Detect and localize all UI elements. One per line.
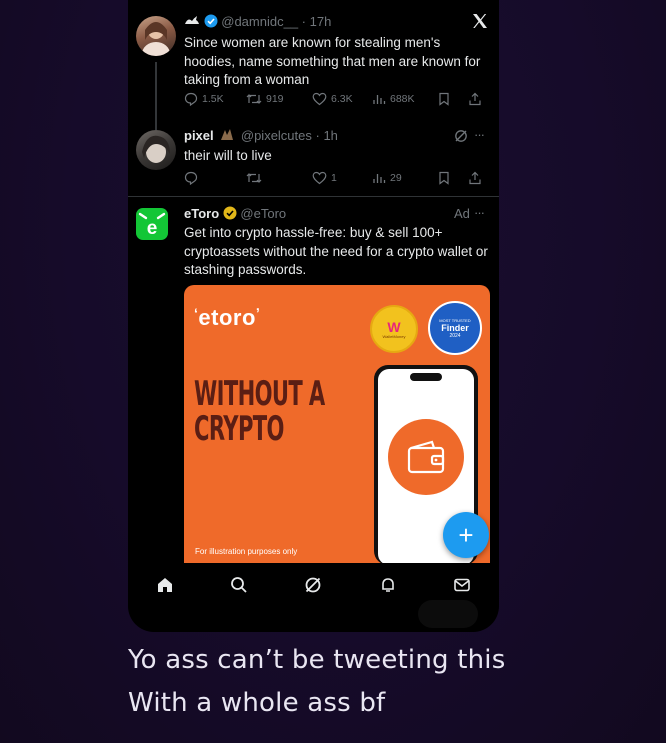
wallet-icon (388, 419, 464, 495)
reply-button[interactable]: 1.5K (184, 92, 246, 106)
tweet2-name[interactable]: pixel (184, 128, 214, 143)
repost-button[interactable] (246, 171, 312, 185)
notifications-icon[interactable] (373, 570, 403, 600)
share-button[interactable] (468, 92, 482, 106)
views-count: 688K (390, 93, 415, 105)
tweet1-header: @damnidc__ · 17h (184, 14, 331, 31)
verified-gold-icon (223, 206, 237, 223)
tweet2-time: · 1h (315, 128, 338, 143)
share-icon (469, 171, 481, 185)
repost-icon (246, 94, 262, 104)
share-icon (469, 92, 481, 106)
avatar[interactable] (136, 130, 176, 170)
bookmark-icon (439, 171, 449, 185)
ad-badge: Ad (454, 206, 470, 221)
x-logo-icon[interactable] (472, 13, 488, 34)
more-icon[interactable]: ··· (474, 205, 485, 220)
ad-headline-line2: CRYPTO (194, 409, 284, 449)
bookmark-button[interactable] (438, 171, 468, 185)
tweet1-actions: 1.5K 919 6.3K 688K (184, 92, 490, 106)
divider (128, 196, 499, 197)
share-button[interactable] (468, 171, 482, 185)
repost-count: 919 (266, 93, 284, 105)
like-count: 6.3K (331, 93, 353, 105)
tweet2-handle[interactable]: @pixelcutes (241, 128, 312, 143)
search-icon[interactable] (224, 570, 254, 600)
views-button[interactable]: 688K (372, 92, 438, 106)
bird-icon (184, 15, 200, 30)
etoro-brand: eToro (198, 305, 256, 330)
compose-icon[interactable]: + (443, 512, 489, 558)
repost-button[interactable]: 919 (246, 92, 312, 106)
etoro-avatar[interactable]: e (136, 208, 168, 240)
tweet2-text: their will to live (184, 148, 272, 163)
like-button[interactable]: 1 (312, 171, 372, 185)
views-count: 29 (390, 172, 402, 184)
thread-line (155, 62, 157, 130)
tweet2-header: pixel @pixelcutes · 1h (184, 128, 338, 145)
home-indicator-area (418, 600, 478, 628)
views-button[interactable]: 29 (372, 171, 438, 185)
tweet1-handle[interactable]: @damnidc__ (221, 14, 298, 29)
award-badge: W WalletMoney (370, 305, 418, 353)
like-icon (312, 92, 327, 106)
award-badge-text: WalletMoney (382, 333, 406, 339)
tweet1-text: Since women are known for stealing men's… (184, 35, 481, 87)
etoro-logo: ʻeToroʼ (194, 305, 261, 330)
views-icon (373, 95, 386, 104)
ad-text: Get into crypto hassle-free: buy & sell … (184, 225, 488, 277)
avatar[interactable] (136, 16, 176, 56)
svg-text:e: e (147, 218, 158, 239)
like-button[interactable]: 6.3K (312, 92, 372, 106)
caption-line1: Yo ass can’t be tweeting this (128, 645, 506, 675)
like-count: 1 (331, 172, 337, 184)
reply-icon (184, 92, 198, 106)
reply-count: 1.5K (202, 93, 224, 105)
messages-icon[interactable] (447, 570, 477, 600)
trust-badge-text: Finder (441, 322, 469, 333)
verified-icon (204, 14, 218, 31)
ad-headline: WITHOUT A CRYPTO (194, 377, 325, 447)
repost-icon (246, 173, 262, 183)
trust-badge: MOST TRUSTED Finder 2024 (428, 301, 482, 355)
reply-icon (184, 171, 198, 185)
emoji-icon (219, 128, 235, 145)
ad-image[interactable]: ʻeToroʼ W WalletMoney MOST TRUSTED Finde… (184, 285, 490, 563)
bookmark-button[interactable] (438, 92, 468, 106)
ad-name[interactable]: eToro (184, 206, 219, 221)
grok-icon[interactable] (454, 129, 468, 148)
ad-header: eToro @eToro (184, 206, 286, 223)
reply-button[interactable] (184, 171, 246, 185)
home-icon[interactable] (150, 570, 180, 600)
tweet2-actions: 1 29 (184, 171, 490, 185)
grok-nav-icon[interactable] (298, 570, 328, 600)
ad-headline-line1: WITHOUT A (194, 374, 325, 414)
ad-footnote: For illustration purposes only (195, 547, 298, 556)
tweet1-time: · 17h (301, 14, 332, 29)
ad-handle[interactable]: @eToro (240, 206, 286, 221)
bookmark-icon (439, 92, 449, 106)
like-icon (312, 171, 327, 185)
trust-badge-year: 2024 (449, 332, 461, 339)
caption-line2: With a whole ass bf (128, 688, 386, 718)
more-icon[interactable]: ··· (474, 127, 485, 142)
views-icon (373, 174, 386, 183)
